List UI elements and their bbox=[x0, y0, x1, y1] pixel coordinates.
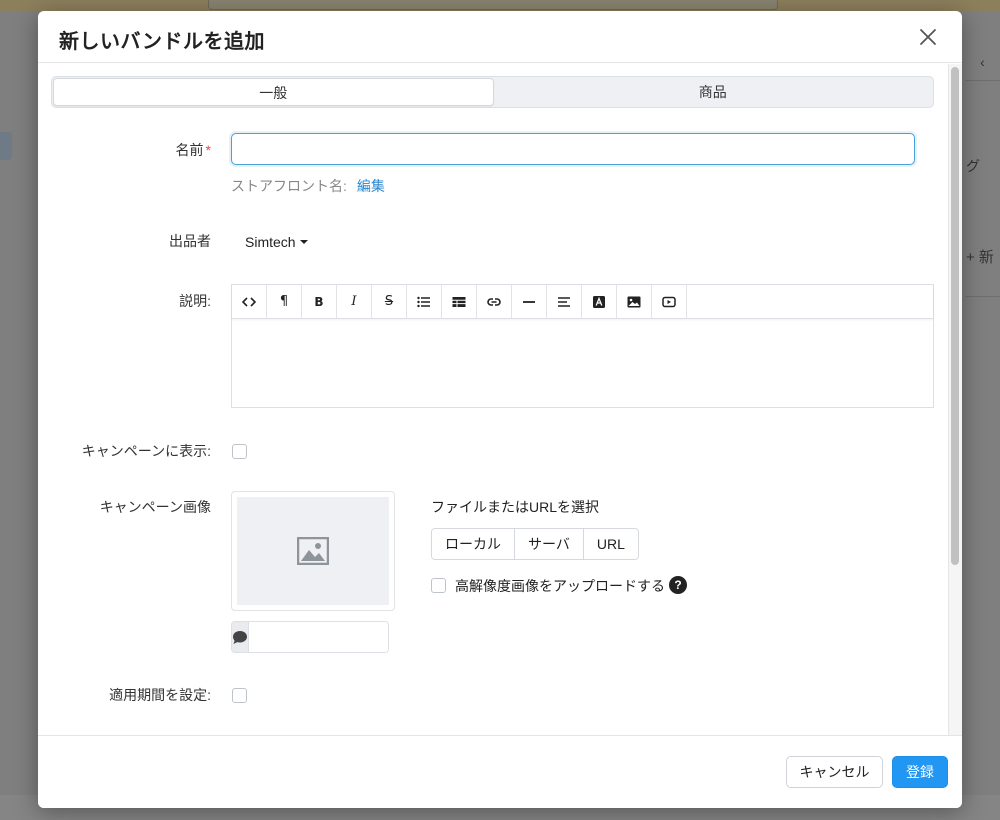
table-icon[interactable] bbox=[442, 285, 477, 318]
bulleted-list-icon[interactable] bbox=[407, 285, 442, 318]
background-divider bbox=[965, 80, 1000, 81]
link-icon[interactable] bbox=[477, 285, 512, 318]
image-placeholder-icon bbox=[297, 537, 329, 565]
dialog-body: 一般 商品 名前 * ストアフロント名: 編集 出品者 Simtech 説明: ¶ … bbox=[38, 64, 962, 736]
video-icon[interactable] bbox=[652, 285, 687, 318]
campaign-image-preview bbox=[231, 491, 395, 611]
required-mark: * bbox=[205, 142, 211, 158]
set-period-checkbox[interactable] bbox=[232, 688, 247, 703]
strikethrough-icon[interactable]: S bbox=[372, 285, 407, 318]
tab-general[interactable]: 一般 bbox=[53, 78, 494, 106]
name-label: 名前 * bbox=[176, 140, 211, 160]
italic-icon[interactable]: I bbox=[337, 285, 372, 318]
hires-label: 高解像度画像をアップロードする bbox=[455, 578, 665, 594]
background-search-bar bbox=[208, 0, 778, 10]
submit-button[interactable]: 登録 bbox=[892, 756, 948, 788]
name-label-text: 名前 bbox=[175, 142, 204, 158]
dialog-footer: キャンセル 登録 bbox=[38, 735, 962, 808]
tab-bar: 一般 商品 bbox=[51, 76, 934, 108]
editor-toolbar: ¶ B I S bbox=[232, 285, 933, 319]
description-editor: ¶ B I S bbox=[231, 284, 934, 408]
image-placeholder bbox=[237, 497, 389, 605]
align-icon[interactable] bbox=[547, 285, 582, 318]
background-divider bbox=[965, 296, 1000, 297]
background-add-button: + 新 bbox=[966, 249, 994, 266]
dialog-title: 新しいバンドルを追加 bbox=[59, 31, 265, 53]
close-button[interactable] bbox=[918, 27, 938, 47]
code-view-icon[interactable] bbox=[232, 285, 267, 318]
comment-icon bbox=[232, 622, 249, 652]
show-in-campaign-checkbox[interactable] bbox=[232, 444, 247, 459]
font-color-icon[interactable] bbox=[582, 285, 617, 318]
url-button[interactable]: URL bbox=[583, 529, 638, 559]
background-left-tab bbox=[0, 132, 12, 160]
image-alt-text bbox=[231, 621, 389, 653]
file-select-title: ファイルまたはURLを選択 bbox=[431, 499, 600, 515]
scrollbar-thumb[interactable] bbox=[951, 67, 959, 565]
name-input[interactable] bbox=[231, 133, 915, 165]
background-collapse-icon: ‹ bbox=[980, 54, 985, 70]
storefront-name-label: ストアフロント名: bbox=[231, 178, 347, 194]
tab-products[interactable]: 商品 bbox=[494, 78, 933, 106]
horizontal-rule-icon[interactable] bbox=[512, 285, 547, 318]
campaign-image-label: キャンペーン画像 bbox=[99, 499, 211, 515]
help-icon[interactable]: ? bbox=[669, 576, 687, 594]
set-period-label: 適用期間を設定: bbox=[109, 687, 211, 703]
description-textarea[interactable] bbox=[232, 319, 933, 408]
storefront-edit-link[interactable]: 編集 bbox=[357, 178, 385, 194]
image-icon[interactable] bbox=[617, 285, 652, 318]
server-button[interactable]: サーバ bbox=[515, 529, 584, 559]
paragraph-icon[interactable]: ¶ bbox=[267, 285, 302, 318]
cancel-button[interactable]: キャンセル bbox=[786, 756, 883, 788]
description-label: 説明: bbox=[179, 293, 211, 309]
hires-checkbox[interactable] bbox=[431, 578, 446, 593]
close-icon bbox=[920, 29, 936, 45]
vendor-label: 出品者 bbox=[169, 233, 211, 249]
vendor-dropdown[interactable]: Simtech bbox=[245, 234, 308, 250]
background-text-fragment: グ bbox=[966, 158, 980, 174]
storefront-name: ストアフロント名: 編集 bbox=[231, 176, 385, 196]
dialog-header: 新しいバンドルを追加 bbox=[38, 11, 962, 63]
bold-icon[interactable]: B bbox=[302, 285, 337, 318]
add-bundle-dialog: 新しいバンドルを追加 一般 商品 名前 * ストアフロント名: 編集 出品者 Sim… bbox=[38, 11, 962, 808]
alt-text-input[interactable] bbox=[249, 622, 388, 652]
show-in-campaign-label: キャンペーンに表示: bbox=[81, 443, 211, 459]
caret-down-icon bbox=[299, 240, 308, 245]
local-button[interactable]: ローカル bbox=[432, 529, 515, 559]
vendor-value: Simtech bbox=[245, 234, 296, 250]
file-source-buttons: ローカル サーバ URL bbox=[431, 528, 639, 560]
